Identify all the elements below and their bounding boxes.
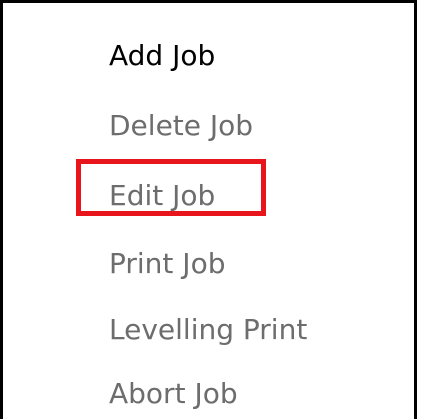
screenshot-frame: Add Job Delete Job Edit Job Print Job Le… [0,0,425,419]
menu-item-delete-job[interactable]: Delete Job [109,109,253,143]
menu-item-add-job[interactable]: Add Job [109,39,215,73]
menu-item-edit-job[interactable]: Edit Job [109,179,215,213]
menu-item-levelling-print[interactable]: Levelling Print [109,313,307,347]
menu-item-print-job[interactable]: Print Job [109,247,225,281]
context-menu: Add Job Delete Job Edit Job Print Job Le… [0,0,417,419]
menu-item-abort-job[interactable]: Abort Job [109,377,238,411]
